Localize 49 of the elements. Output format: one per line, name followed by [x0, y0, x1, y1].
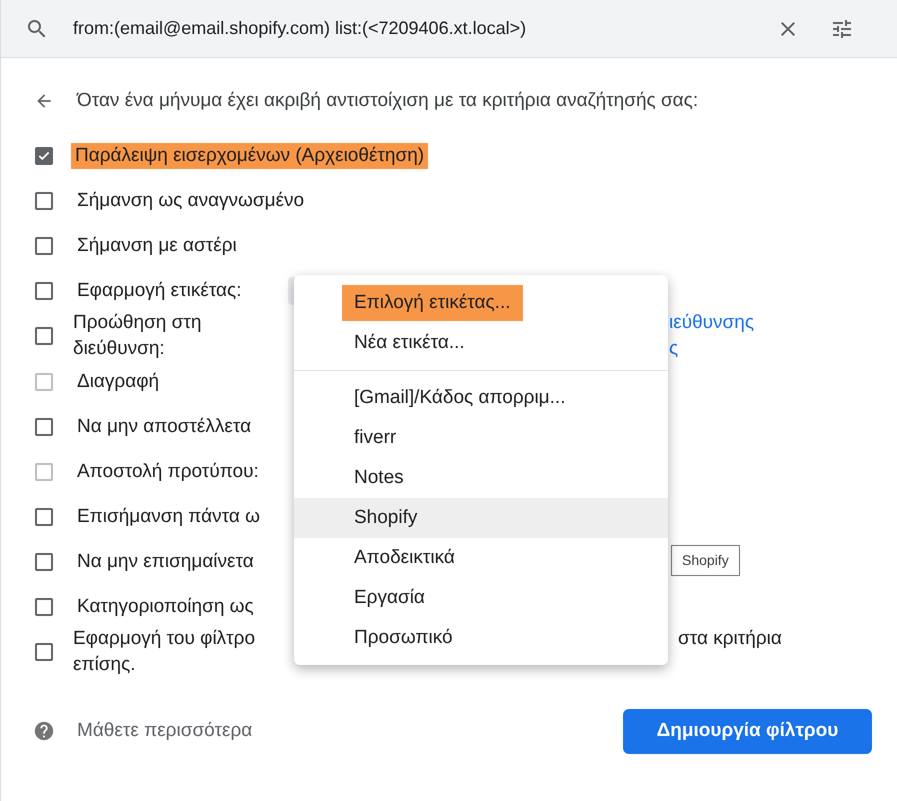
search-query: from:(email@email.shopify.com) list:(<7209406.xt.local>)	[73, 17, 528, 40]
menu-item[interactable]: Προσωπικό	[294, 618, 668, 658]
label-chip[interactable]: Shopify	[671, 545, 740, 576]
checkbox[interactable]	[35, 236, 53, 254]
action-label: Σήμανση ως αναγνωσμένο	[77, 188, 304, 212]
action-label: Εφαρμογή ετικέτας:	[77, 278, 242, 302]
menu-item-label: Προσωπικό	[354, 626, 453, 650]
action-label: Να μην αποστέλλετα	[77, 414, 252, 438]
heading-text: Όταν ένα μήνυμα έχει ακριβή αντιστοίχιση με τα κριτήρια αναζήτησής σας:	[77, 88, 698, 113]
checkbox[interactable]	[35, 282, 53, 300]
criteria-text: στα κριτήρια	[678, 627, 782, 651]
menu-item-label: Νέα ετικέτα...	[354, 330, 465, 355]
menu-item-label: [Gmail]/Κάδος απορριμ...	[354, 386, 566, 410]
checkbox[interactable]	[35, 643, 53, 661]
menu-item-label: Επιλογή ετικέτας...	[342, 284, 523, 322]
action-label: Κατηγοριοποίηση ως	[77, 594, 254, 618]
checkbox[interactable]	[35, 552, 53, 570]
create-filter-button[interactable]: Δημιουργία φίλτρου	[623, 708, 872, 754]
menu-item[interactable]: [Gmail]/Κάδος απορριμ...	[294, 378, 668, 418]
action-label: Επισήμανση πάντα ω	[77, 504, 260, 528]
menu-item-label: Shopify	[354, 506, 418, 530]
menu-item[interactable]: Επιλογή ετικέτας...	[294, 283, 668, 323]
menu-item-label: fiverr	[354, 426, 396, 450]
checkbox[interactable]	[35, 508, 53, 526]
help-icon[interactable]	[33, 720, 55, 742]
menu-item[interactable]: Εργασία	[294, 578, 668, 618]
action-label: Σήμανση με αστέρι	[77, 234, 237, 258]
checkbox[interactable]	[35, 146, 53, 164]
checkbox[interactable]	[35, 598, 53, 616]
menu-item-label: Notes	[354, 466, 404, 490]
checkbox[interactable]	[35, 418, 53, 436]
action-label: Αποστολή προτύπου:	[77, 460, 259, 484]
action-label: Να μην επισημαίνετα	[77, 550, 254, 574]
menu-item[interactable]: Shopify	[294, 498, 668, 538]
address-link[interactable]: ιεύθυνσης ς	[669, 310, 754, 362]
menu-item[interactable]: Notes	[294, 458, 668, 498]
action-label: Εφαρμογή του φίλτρο επίσης.	[73, 627, 256, 677]
learn-more-link[interactable]: Μάθετε περισσότερα	[77, 716, 252, 746]
action-label: Προώθηση στη διεύθυνση:	[73, 311, 202, 361]
checkbox[interactable]	[35, 327, 53, 345]
action-label: Διαγραφή	[77, 370, 160, 394]
search-bar[interactable]: from:(email@email.shopify.com) list:(<7209406.xt.local>)	[1, 0, 897, 58]
checkbox[interactable]	[35, 192, 53, 210]
menu-item[interactable]: Νέα ετικέτα...	[294, 323, 668, 363]
menu-item[interactable]: fiverr	[294, 418, 668, 458]
action-label: Παράλειψη εισερχομένων (Αρχειοθέτηση)	[71, 142, 428, 168]
menu-item-label: Αποδεικτικά	[354, 546, 455, 570]
menu-item-label: Εργασία	[354, 586, 425, 610]
menu-item[interactable]: Αποδεικτικά	[294, 538, 668, 578]
